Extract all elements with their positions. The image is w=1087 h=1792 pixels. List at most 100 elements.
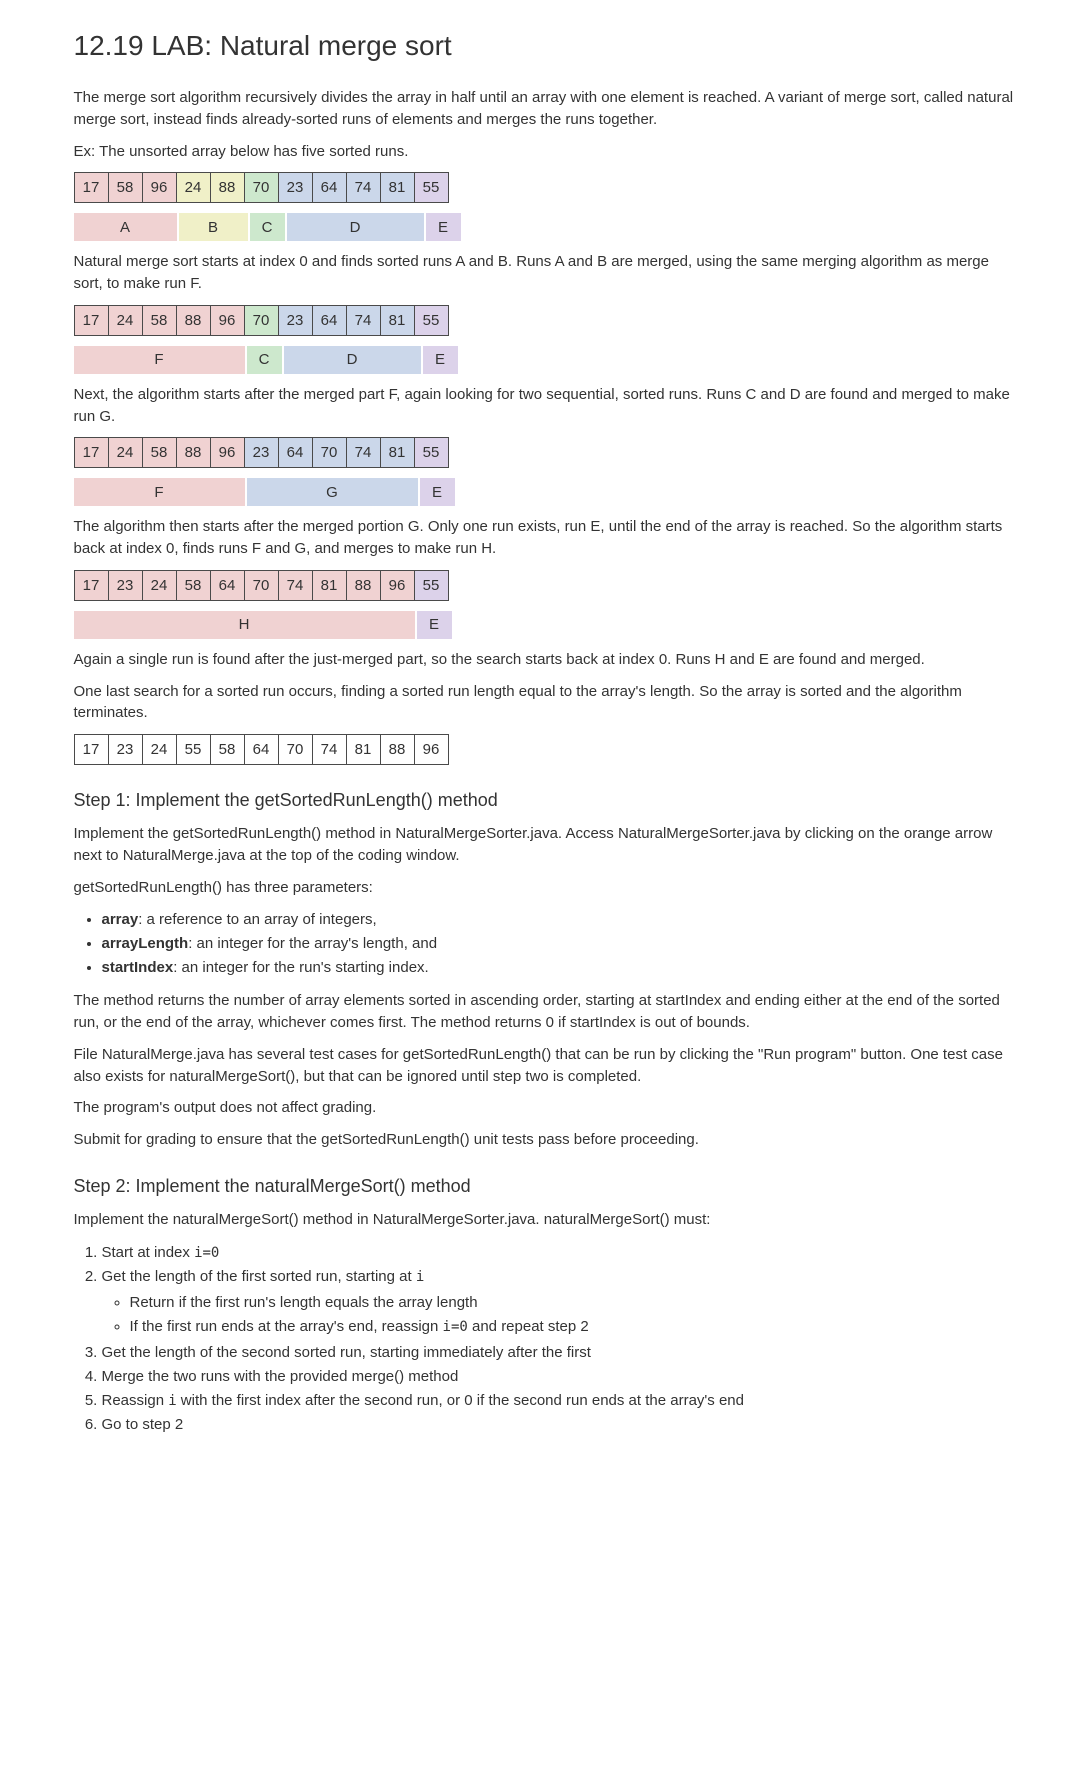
array-cell: 70 <box>244 570 279 601</box>
array-cell: 81 <box>380 172 415 203</box>
run-label: E <box>417 611 452 639</box>
lab-document: 12.19 LAB: Natural merge sort The merge … <box>34 0 1054 1495</box>
array-cell: 88 <box>380 734 415 765</box>
array-cell: 88 <box>346 570 381 601</box>
array-cell: 64 <box>312 172 347 203</box>
step1-heading: Step 1: Implement the getSortedRunLength… <box>74 790 1014 811</box>
list-item: Get the length of the second sorted run,… <box>102 1341 1014 1365</box>
array-cell: 96 <box>210 305 245 336</box>
run-label: A <box>74 213 177 241</box>
array-row-3: 1724588896236470748155 <box>74 437 1014 468</box>
paragraph-3: Next, the algorithm starts after the mer… <box>74 384 1014 428</box>
step1-p1: Implement the getSortedRunLength() metho… <box>74 823 1014 867</box>
paragraph-2: Natural merge sort starts at index 0 and… <box>74 251 1014 295</box>
list-item: Reassign i with the first index after th… <box>102 1389 1014 1413</box>
array-cell: 17 <box>74 172 109 203</box>
list-item: Merge the two runs with the provided mer… <box>102 1365 1014 1389</box>
array-cell: 55 <box>414 172 449 203</box>
array-cell: 81 <box>312 570 347 601</box>
array-cell: 17 <box>74 305 109 336</box>
array-cell: 64 <box>278 437 313 468</box>
run-label: D <box>287 213 424 241</box>
array-cell: 58 <box>142 305 177 336</box>
step1-p5: The program's output does not affect gra… <box>74 1097 1014 1119</box>
label-row-4: HE <box>74 611 1014 639</box>
array-cell: 24 <box>142 570 177 601</box>
step1-p3: The method returns the number of array e… <box>74 990 1014 1034</box>
array-cell: 58 <box>142 437 177 468</box>
list-item: If the first run ends at the array's end… <box>130 1315 1014 1339</box>
page-title: 12.19 LAB: Natural merge sort <box>74 30 1014 62</box>
step1-p2: getSortedRunLength() has three parameter… <box>74 877 1014 899</box>
array-cell: 17 <box>74 734 109 765</box>
array-row-5: 1723245558647074818896 <box>74 734 1014 765</box>
list-item: startIndex: an integer for the run's sta… <box>102 956 1014 980</box>
step1-p4: File NaturalMerge.java has several test … <box>74 1044 1014 1088</box>
example-line: Ex: The unsorted array below has five so… <box>74 141 1014 163</box>
run-label: G <box>247 478 418 506</box>
array-cell: 64 <box>210 570 245 601</box>
intro-paragraph: The merge sort algorithm recursively div… <box>74 87 1014 131</box>
array-cell: 88 <box>176 437 211 468</box>
paragraph-4: The algorithm then starts after the merg… <box>74 516 1014 560</box>
array-cell: 70 <box>312 437 347 468</box>
list-item: arrayLength: an integer for the array's … <box>102 932 1014 956</box>
array-cell: 24 <box>142 734 177 765</box>
array-cell: 24 <box>176 172 211 203</box>
array-row-4: 1723245864707481889655 <box>74 570 1014 601</box>
array-cell: 58 <box>210 734 245 765</box>
array-cell: 88 <box>210 172 245 203</box>
array-cell: 70 <box>244 305 279 336</box>
array-cell: 81 <box>346 734 381 765</box>
array-cell: 55 <box>414 437 449 468</box>
array-cell: 96 <box>380 570 415 601</box>
array-cell: 74 <box>278 570 313 601</box>
array-cell: 24 <box>108 305 143 336</box>
array-cell: 81 <box>380 305 415 336</box>
array-cell: 23 <box>278 172 313 203</box>
array-cell: 58 <box>108 172 143 203</box>
array-cell: 96 <box>210 437 245 468</box>
label-row-2: FCDE <box>74 346 1014 374</box>
list-item: Start at index i=0 <box>102 1241 1014 1265</box>
run-label: H <box>74 611 415 639</box>
array-row-2: 1724588896702364748155 <box>74 305 1014 336</box>
array-cell: 23 <box>278 305 313 336</box>
step2-ordered-list: Start at index i=0 Get the length of the… <box>74 1241 1014 1437</box>
array-cell: 70 <box>278 734 313 765</box>
array-cell: 58 <box>176 570 211 601</box>
array-cell: 64 <box>244 734 279 765</box>
run-label: D <box>284 346 421 374</box>
array-cell: 96 <box>414 734 449 765</box>
run-label: E <box>420 478 455 506</box>
array-cell: 96 <box>142 172 177 203</box>
paragraph-6: One last search for a sorted run occurs,… <box>74 681 1014 725</box>
run-label: C <box>250 213 285 241</box>
array-cell: 81 <box>380 437 415 468</box>
array-cell: 74 <box>346 172 381 203</box>
run-label: C <box>247 346 282 374</box>
array-cell: 55 <box>414 570 449 601</box>
run-label: E <box>426 213 461 241</box>
array-row-1: 1758962488702364748155 <box>74 172 1014 203</box>
list-item: Get the length of the first sorted run, … <box>102 1265 1014 1339</box>
run-label: E <box>423 346 458 374</box>
array-cell: 74 <box>312 734 347 765</box>
step1-p6: Submit for grading to ensure that the ge… <box>74 1129 1014 1151</box>
label-row-1: ABCDE <box>74 213 1014 241</box>
run-label: B <box>179 213 248 241</box>
array-cell: 70 <box>244 172 279 203</box>
array-cell: 55 <box>414 305 449 336</box>
array-cell: 24 <box>108 437 143 468</box>
array-cell: 23 <box>244 437 279 468</box>
array-cell: 74 <box>346 437 381 468</box>
step2-heading: Step 2: Implement the naturalMergeSort()… <box>74 1176 1014 1197</box>
run-label: F <box>74 346 245 374</box>
paragraph-5: Again a single run is found after the ju… <box>74 649 1014 671</box>
array-cell: 74 <box>346 305 381 336</box>
array-cell: 23 <box>108 570 143 601</box>
list-item: Return if the first run's length equals … <box>130 1291 1014 1315</box>
array-cell: 23 <box>108 734 143 765</box>
array-cell: 55 <box>176 734 211 765</box>
list-item: array: a reference to an array of intege… <box>102 908 1014 932</box>
